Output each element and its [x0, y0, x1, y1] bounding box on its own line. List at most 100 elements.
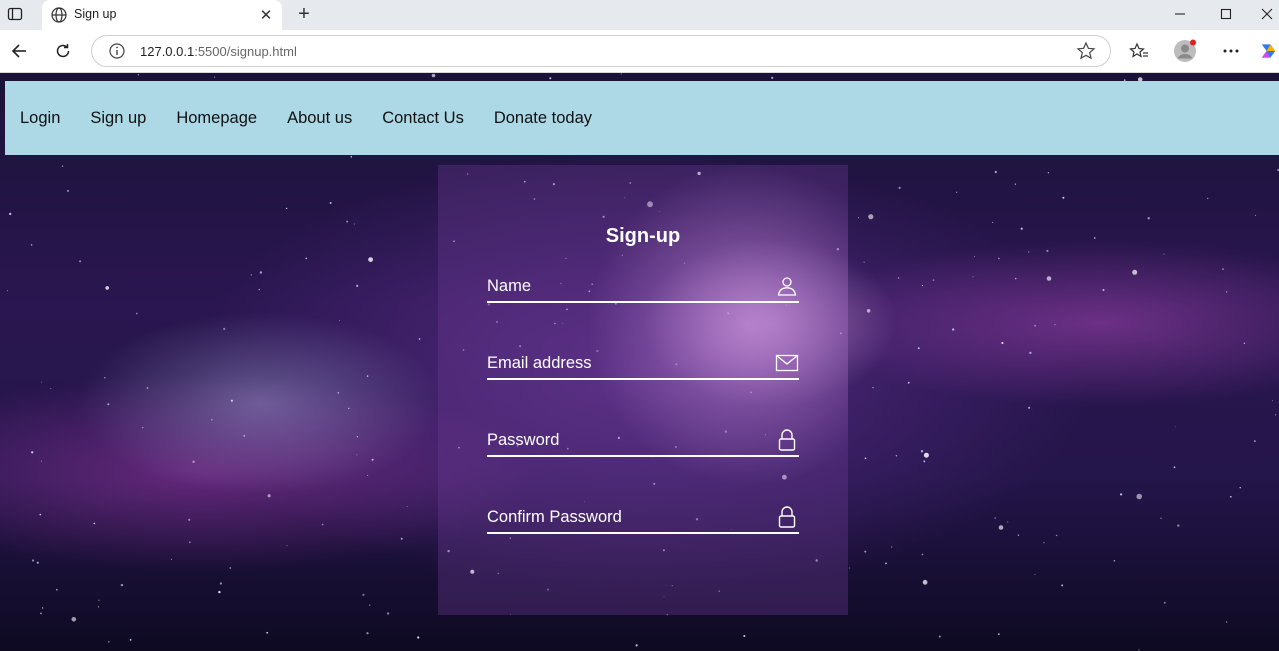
lock-icon: [775, 428, 799, 452]
star-dot: [350, 156, 353, 158]
more-menu-icon[interactable]: [1218, 38, 1244, 64]
star-dot: [994, 170, 997, 174]
star-dot: [620, 73, 622, 75]
star-dot: [329, 202, 332, 204]
confirm-password-field-underline: [487, 532, 799, 534]
star-dot: [346, 220, 349, 223]
close-window-icon[interactable]: [1250, 2, 1279, 26]
star-dot: [1062, 196, 1065, 199]
person-icon: [775, 274, 799, 298]
star-dot: [30, 244, 33, 246]
star-dot: [250, 274, 252, 276]
star-dot: [1029, 351, 1032, 354]
password-field-label: Password: [487, 431, 560, 449]
star-dot: [219, 582, 222, 585]
star-dot: [885, 562, 887, 565]
browser-tab-bar: Sign up ✕ +: [0, 0, 1279, 30]
star-dot: [1147, 217, 1150, 220]
password-field[interactable]: Password: [487, 417, 799, 457]
star-dot: [50, 388, 52, 390]
star-dot: [418, 338, 421, 340]
star-dot: [1014, 277, 1017, 280]
tab-actions-icon[interactable]: [4, 3, 26, 25]
star-dot: [61, 165, 64, 167]
star-dot: [994, 517, 996, 519]
star-dot: [108, 641, 110, 643]
star-dot: [146, 387, 149, 389]
star-dot: [1163, 253, 1165, 255]
star-dot: [872, 387, 874, 389]
star-dot: [321, 523, 324, 526]
address-bar[interactable]: 127.0.0.1:5500/signup.html: [91, 35, 1111, 67]
close-tab-icon[interactable]: ✕: [256, 5, 276, 25]
star-dot: [920, 450, 924, 453]
nav-link-donate[interactable]: Donate today: [494, 109, 592, 128]
star-dot: [7, 290, 8, 292]
star-dot: [354, 223, 356, 225]
star-dot: [1061, 584, 1064, 587]
star-dot: [907, 381, 910, 384]
star-dot: [1054, 324, 1056, 326]
star-dot: [1177, 524, 1180, 527]
star-dot: [356, 284, 359, 287]
email-field[interactable]: Email address: [487, 340, 799, 380]
star-dot: [41, 381, 42, 383]
star-dot: [214, 76, 216, 78]
star-dot: [938, 635, 941, 638]
star-dot: [922, 579, 928, 585]
name-field[interactable]: Name: [487, 263, 799, 303]
star-dot: [1120, 493, 1123, 496]
star-dot: [259, 271, 263, 274]
star-dot: [917, 347, 920, 350]
confirm-password-field[interactable]: Confirm Password: [487, 494, 799, 534]
star-dot: [230, 399, 233, 402]
back-icon[interactable]: [6, 38, 32, 64]
star-dot: [371, 458, 374, 461]
profile-avatar-icon[interactable]: [1172, 38, 1198, 64]
star-dot: [895, 455, 898, 457]
star-dot: [137, 74, 139, 76]
star-dot: [743, 635, 746, 637]
maximize-icon[interactable]: [1209, 2, 1243, 26]
star-dot: [635, 644, 638, 647]
confirm-password-field-label: Confirm Password: [487, 508, 622, 526]
nav-link-signup[interactable]: Sign up: [90, 109, 146, 128]
star-dot: [848, 567, 850, 569]
minimize-icon[interactable]: [1163, 2, 1197, 26]
site-info-icon[interactable]: [108, 42, 126, 60]
url-text: 127.0.0.1:5500/signup.html: [140, 44, 297, 59]
nav-link-about[interactable]: About us: [287, 109, 352, 128]
nav-link-homepage[interactable]: Homepage: [176, 109, 257, 128]
star-dot: [952, 328, 955, 331]
star-dot: [40, 612, 42, 615]
favorites-icon[interactable]: [1126, 38, 1152, 64]
star-dot: [66, 189, 70, 192]
nav-link-login[interactable]: Login: [20, 109, 60, 128]
nav-link-contact[interactable]: Contact Us: [382, 109, 464, 128]
new-tab-icon[interactable]: +: [293, 4, 315, 26]
star-dot: [1239, 487, 1241, 489]
star-dot: [1206, 197, 1209, 200]
globe-icon: [50, 6, 68, 24]
star-dot: [1226, 291, 1228, 293]
star-dot: [549, 77, 552, 80]
browser-tab[interactable]: Sign up ✕: [42, 0, 282, 30]
star-dot: [1034, 324, 1036, 327]
star-dot: [348, 407, 350, 410]
star-dot: [1136, 493, 1142, 500]
reload-icon[interactable]: [50, 38, 76, 64]
star-dot: [897, 277, 900, 279]
star-dot: [387, 612, 390, 615]
star-dot: [188, 541, 191, 544]
star-dot: [356, 436, 359, 438]
email-field-label: Email address: [487, 354, 592, 372]
star-dot: [9, 212, 12, 216]
star-dot: [923, 460, 926, 463]
star-dot: [921, 284, 924, 287]
star-dot: [286, 545, 288, 547]
star-dot: [1272, 400, 1273, 402]
favorite-star-icon[interactable]: [1076, 41, 1096, 61]
copilot-icon[interactable]: [1258, 38, 1279, 64]
star-dot: [366, 375, 369, 377]
star-dot: [1046, 276, 1052, 281]
